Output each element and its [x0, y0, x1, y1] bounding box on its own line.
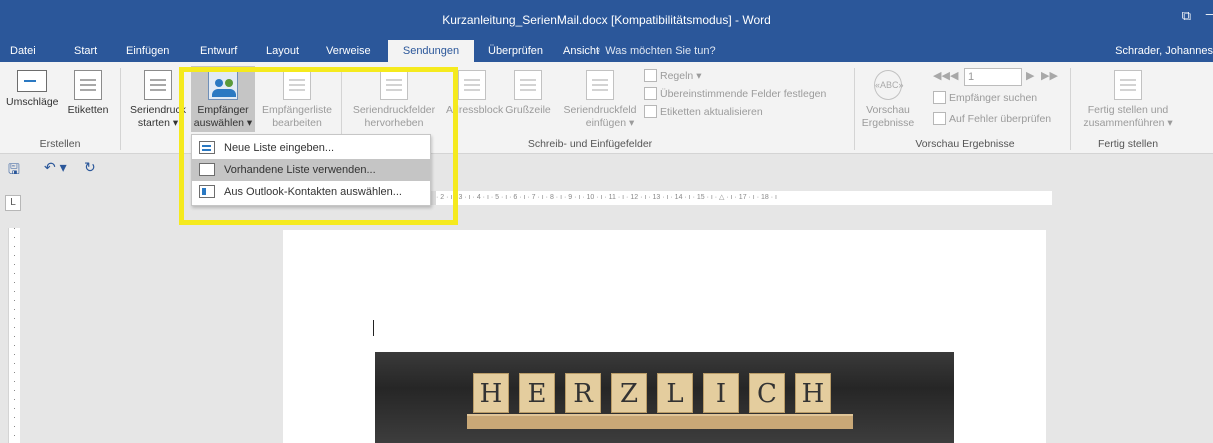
tab-start[interactable]: Start: [66, 40, 105, 62]
envelope-icon: [17, 70, 47, 92]
minimize-button[interactable]: –: [1206, 6, 1213, 21]
tab-layout[interactable]: Layout: [258, 40, 307, 62]
tab-sendungen[interactable]: Sendungen: [388, 40, 474, 62]
group-label-schreib: Schreib- und Einfügefelder: [527, 138, 653, 150]
group-label-vorschau: Vorschau Ergebnisse: [915, 138, 1015, 150]
grusszeile-button[interactable]: Grußzeile: [500, 70, 556, 117]
vertical-ruler[interactable]: [8, 228, 20, 443]
tab-verweise[interactable]: Verweise: [318, 40, 379, 62]
tab-datei[interactable]: Datei: [2, 40, 44, 62]
scrabble-tile: R: [565, 373, 601, 413]
fertig-stellen-button[interactable]: Fertig stellen und zusammenführen ▾: [1076, 70, 1180, 130]
etiketten-button[interactable]: Etiketten: [62, 70, 114, 117]
preview-abc-icon: «ABC»: [874, 70, 904, 100]
next-record-button[interactable]: ▶: [1026, 69, 1034, 82]
ribbon-display-options-icon[interactable]: ⧉: [1182, 8, 1191, 24]
group-label-fertig: Fertig stellen: [1097, 138, 1159, 150]
scrabble-tile: H: [473, 373, 509, 413]
check-errors-icon: [933, 112, 946, 125]
last-record-button[interactable]: ▶▶: [1041, 69, 1058, 82]
update-labels-icon: [644, 105, 657, 118]
tell-me-search[interactable]: ♀ Was möchten Sie tun?: [594, 40, 716, 62]
ribbon-tabs: Datei Start Einfügen Entwurf Layout Verw…: [0, 40, 1213, 62]
window-title: Kurzanleitung_SerienMail.docx [Kompatibi…: [442, 13, 771, 27]
etiketten-aktualisieren-button[interactable]: Etiketten aktualisieren: [644, 104, 763, 120]
scrabble-tile: E: [519, 373, 555, 413]
regeln-button[interactable]: Regeln ▾: [644, 68, 701, 84]
vorschau-ergebnisse-button[interactable]: «ABC» Vorschau Ergebnisse: [860, 70, 916, 130]
felder-festlegen-button[interactable]: Übereinstimmende Felder festlegen: [644, 86, 826, 102]
greeting-line-icon: [514, 70, 542, 100]
group-label-erstellen: Erstellen: [39, 138, 81, 150]
separator: [120, 68, 121, 150]
scrabble-tile: L: [657, 373, 693, 413]
first-record-button[interactable]: ◀◀: [933, 69, 950, 82]
tab-ueberpruefen[interactable]: Überprüfen: [480, 40, 551, 62]
horizontal-ruler[interactable]: · 2 · ı · 3 · ı · 4 · ı · 5 · ı · 6 · ı …: [372, 191, 1052, 205]
rules-icon: [644, 69, 657, 82]
title-bar: Kurzanleitung_SerienMail.docx [Kompatibi…: [0, 0, 1213, 40]
auf-fehler-ueberpruefen-button[interactable]: Auf Fehler überprüfen: [933, 111, 1051, 127]
scrabble-tile: H: [795, 373, 831, 413]
labels-icon: [74, 70, 102, 100]
highlight-box: [179, 67, 458, 225]
previous-record-button[interactable]: ◀: [950, 69, 958, 82]
match-fields-icon: [644, 87, 657, 100]
tab-selector[interactable]: L: [5, 195, 21, 211]
insert-field-icon: [586, 70, 614, 100]
umschlaege-button[interactable]: Umschläge: [6, 70, 59, 109]
document-icon: [144, 70, 172, 100]
text-cursor: [373, 320, 374, 336]
tab-einfuegen[interactable]: Einfügen: [118, 40, 177, 62]
search-recipient-icon: [933, 91, 946, 104]
address-block-icon: [458, 70, 486, 100]
scrabble-tile: I: [703, 373, 739, 413]
document-page[interactable]: H E R Z L I C H: [283, 230, 1046, 443]
separator: [1070, 68, 1071, 150]
scrabble-tile: Z: [611, 373, 647, 413]
scrabble-tile: C: [749, 373, 785, 413]
separator: [854, 68, 855, 150]
finish-merge-icon: [1114, 70, 1142, 100]
redo-icon[interactable]: ↻: [84, 159, 96, 176]
undo-icon[interactable]: ↶ ▾: [44, 159, 67, 176]
empfaenger-suchen-button[interactable]: Empfänger suchen: [933, 90, 1037, 106]
user-name[interactable]: Schrader, Johannes: [1115, 40, 1213, 62]
save-icon[interactable]: 🖫: [8, 159, 20, 183]
record-number-input[interactable]: 1: [964, 68, 1022, 86]
scrabble-image[interactable]: H E R Z L I C H: [375, 352, 954, 443]
scrabble-rack: [467, 414, 853, 429]
tab-entwurf[interactable]: Entwurf: [192, 40, 245, 62]
seriendruckfeld-einfuegen-button[interactable]: Seriendruckfeld einfügen ▾: [560, 70, 640, 130]
ruler-ticks: · 2 · ı · 3 · ı · 4 · ı · 5 · ı · 6 · ı …: [436, 194, 777, 201]
